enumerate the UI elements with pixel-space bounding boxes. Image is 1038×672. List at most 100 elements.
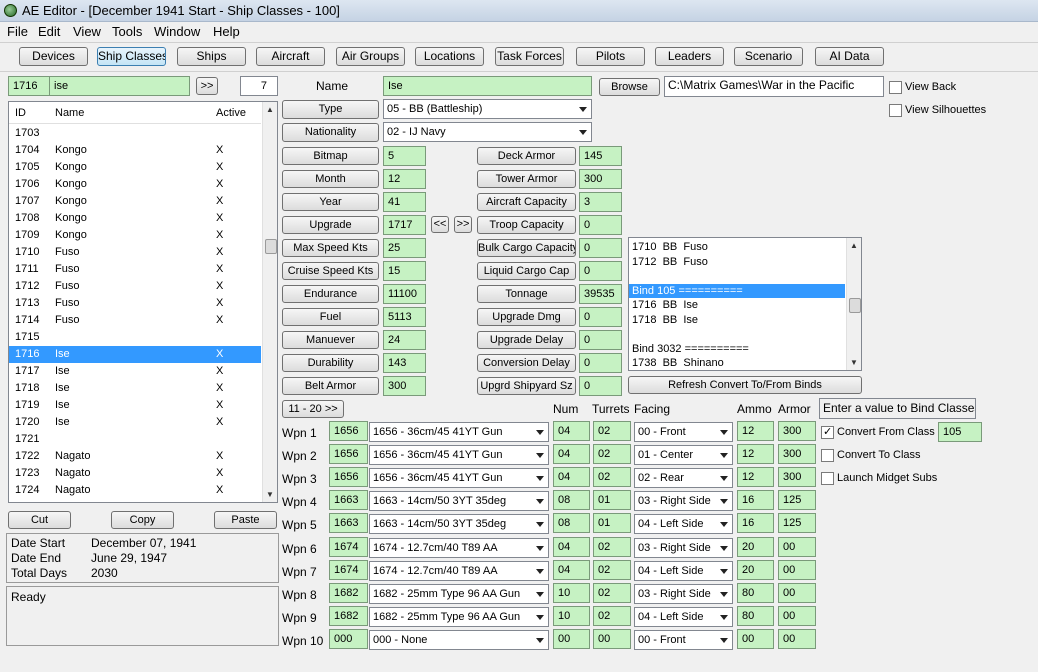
menu-tools[interactable]: Tools	[112, 24, 142, 39]
weapon-turrets-input[interactable]: 01	[593, 490, 631, 511]
weapon-num-input[interactable]: 00	[553, 628, 590, 649]
year-input[interactable]: 41	[383, 192, 426, 212]
weapon-id-input[interactable]: 000	[329, 628, 368, 649]
tab-pilots[interactable]: Pilots	[576, 47, 645, 66]
weapon-id-input[interactable]: 1674	[329, 536, 368, 557]
liquid-cargo-cap-input[interactable]: 0	[579, 261, 622, 281]
max-speed-kts-button[interactable]: Max Speed Kts	[282, 239, 379, 257]
list-row[interactable]: 1722 Nagato X	[9, 448, 261, 465]
weapon-device-select[interactable]: 1682 - 25mm Type 96 AA Gun	[369, 583, 549, 604]
weapon-turrets-input[interactable]: 02	[593, 536, 631, 557]
bulk-cargo-capacity-input[interactable]: 0	[579, 238, 622, 258]
bind-list-item[interactable]	[629, 327, 845, 341]
list-row[interactable]: 1718 Ise X	[9, 380, 261, 397]
list-row[interactable]: 1719 Ise X	[9, 397, 261, 414]
scroll-down-icon[interactable]: ▼	[847, 355, 861, 370]
column-name[interactable]: Name	[55, 107, 84, 119]
weapon-ammo-input[interactable]: 16	[737, 513, 774, 534]
weapon-armor-input[interactable]: 00	[778, 559, 816, 580]
list-row[interactable]: 1709 Kongo X	[9, 227, 261, 244]
bind-list-item[interactable]: Bind 105 ==========	[629, 283, 845, 298]
column-active[interactable]: Active	[216, 107, 246, 119]
bind-list[interactable]: 1710 BB Fuso 1712 BB Fuso Bind 105 =======…	[628, 237, 862, 371]
conversion-delay-input[interactable]: 0	[579, 353, 622, 373]
weapon-facing-select[interactable]: 01 - Center	[634, 445, 733, 466]
weapon-armor-input[interactable]: 125	[778, 513, 816, 534]
weapon-num-input[interactable]: 04	[553, 559, 590, 580]
type-button[interactable]: Type	[282, 100, 379, 119]
nationality-select[interactable]: 02 - IJ Navy	[383, 122, 592, 142]
tab-aircraft[interactable]: Aircraft	[256, 47, 325, 66]
bind-list-item[interactable]	[629, 269, 845, 283]
bind-list-item[interactable]: Bind 3032 ==========	[629, 342, 845, 356]
upgrade-input[interactable]: 1717	[383, 215, 426, 235]
weapon-ammo-input[interactable]: 80	[737, 605, 774, 626]
weapon-facing-select[interactable]: 00 - Front	[634, 422, 733, 442]
tower-armor-button[interactable]: Tower Armor	[477, 170, 576, 188]
weapon-device-select[interactable]: 1674 - 12.7cm/40 T89 AA	[369, 537, 549, 558]
paste-button[interactable]: Paste	[214, 511, 277, 529]
weapon-facing-select[interactable]: 03 - Right Side	[634, 491, 733, 512]
weapon-armor-input[interactable]: 300	[778, 467, 816, 488]
weapons-page-button[interactable]: 11 - 20 >>	[282, 400, 344, 418]
weapon-num-input[interactable]: 04	[553, 467, 590, 488]
list-row[interactable]: 1707 Kongo X	[9, 193, 261, 210]
weapon-facing-select[interactable]: 04 - Left Side	[634, 606, 733, 627]
weapon-device-select[interactable]: 1674 - 12.7cm/40 T89 AA	[369, 560, 549, 581]
menu-file[interactable]: File	[7, 24, 28, 39]
list-row[interactable]: 1720 Ise X	[9, 414, 261, 431]
upgrd-shipyard-sz-input[interactable]: 0	[579, 376, 622, 396]
weapon-id-input[interactable]: 1663	[329, 490, 368, 511]
weapon-ammo-input[interactable]: 16	[737, 490, 774, 511]
weapon-id-input[interactable]: 1656	[329, 421, 368, 441]
search-name-input[interactable]: ise	[49, 77, 189, 95]
weapon-armor-input[interactable]: 300	[778, 421, 816, 441]
menu-help[interactable]: Help	[213, 24, 240, 39]
tab-locations[interactable]: Locations	[415, 47, 484, 66]
upgrade-button[interactable]: Upgrade	[282, 216, 379, 234]
weapon-id-input[interactable]: 1674	[329, 559, 368, 580]
scroll-down-icon[interactable]: ▼	[263, 487, 277, 502]
belt-armor-input[interactable]: 300	[383, 376, 426, 396]
upgrd-shipyard-sz-button[interactable]: Upgrd Shipyard Sz	[477, 377, 576, 395]
tab-ship-classes[interactable]: Ship Classes	[97, 47, 166, 66]
weapon-armor-input[interactable]: 00	[778, 605, 816, 626]
tab-scenario[interactable]: Scenario	[734, 47, 803, 66]
upgrade-delay-input[interactable]: 0	[579, 330, 622, 350]
weapon-num-input[interactable]: 10	[553, 605, 590, 626]
list-scrollbar[interactable]: ▲ ▼	[262, 102, 277, 502]
convert-to-checkbox[interactable]	[821, 449, 834, 462]
list-row[interactable]: 1704 Kongo X	[9, 142, 261, 159]
tab-ai-data[interactable]: AI Data	[815, 47, 884, 66]
upgrade-dmg-input[interactable]: 0	[579, 307, 622, 327]
weapon-id-input[interactable]: 1682	[329, 582, 368, 603]
year-button[interactable]: Year	[282, 193, 379, 211]
bind-list-item[interactable]: 1743 BB Shinano	[629, 371, 845, 372]
tonnage-input[interactable]: 39535	[579, 284, 622, 304]
list-row[interactable]: 1716 Ise X	[9, 346, 261, 363]
tab-devices[interactable]: Devices	[19, 47, 88, 66]
list-row[interactable]: 1723 Nagato X	[9, 465, 261, 482]
weapon-device-select[interactable]: 000 - None	[369, 629, 549, 650]
month-input[interactable]: 12	[383, 169, 426, 189]
weapon-device-select[interactable]: 1682 - 25mm Type 96 AA Gun	[369, 606, 549, 627]
weapon-id-input[interactable]: 1663	[329, 513, 368, 534]
endurance-button[interactable]: Endurance	[282, 285, 379, 303]
cruise-speed-kts-button[interactable]: Cruise Speed Kts	[282, 262, 379, 280]
manuever-input[interactable]: 24	[383, 330, 426, 350]
list-row[interactable]: 1706 Kongo X	[9, 176, 261, 193]
weapon-ammo-input[interactable]: 12	[737, 467, 774, 488]
weapon-turrets-input[interactable]: 00	[593, 628, 631, 649]
bind-list-item[interactable]: 1716 BB Ise	[629, 298, 845, 312]
troop-capacity-button[interactable]: Troop Capacity	[477, 216, 576, 234]
weapon-armor-input[interactable]: 125	[778, 490, 816, 511]
bind-list-item[interactable]: 1712 BB Fuso	[629, 255, 845, 269]
list-row[interactable]: 1724 Nagato X	[9, 482, 261, 499]
weapon-facing-select[interactable]: 02 - Rear	[634, 468, 733, 489]
weapon-facing-select[interactable]: 03 - Right Side	[634, 583, 733, 604]
list-row[interactable]: 1715	[9, 329, 261, 346]
cruise-speed-kts-input[interactable]: 15	[383, 261, 426, 281]
bind-list-scrollbar[interactable]: ▲ ▼	[846, 238, 861, 370]
weapon-ammo-input[interactable]: 20	[737, 536, 774, 557]
weapon-num-input[interactable]: 08	[553, 513, 590, 534]
